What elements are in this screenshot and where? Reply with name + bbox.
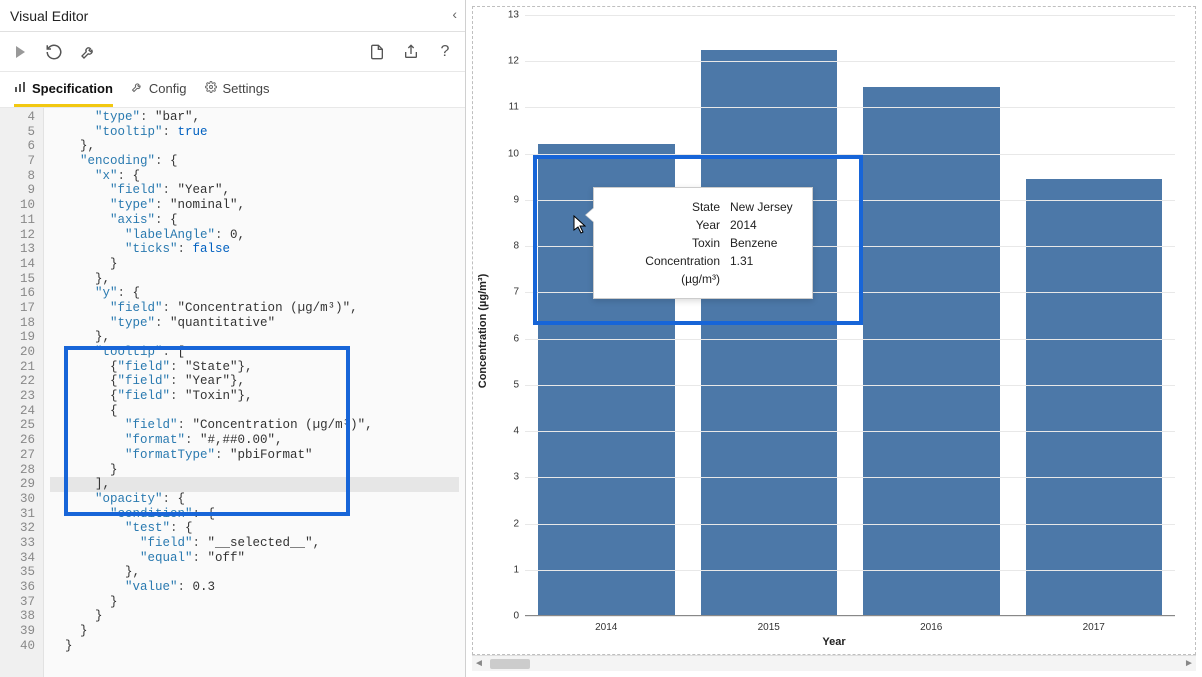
y-tick: 6 — [497, 333, 519, 344]
y-tick: 2 — [497, 518, 519, 529]
scroll-left-icon[interactable]: ◄ — [472, 658, 486, 669]
x-tick: 2017 — [1013, 622, 1176, 633]
collapse-panel-icon[interactable]: ‹ — [452, 6, 457, 22]
line-gutter: 4567891011121314151617181920212223242526… — [0, 108, 44, 677]
bar-2015[interactable]: 2015 — [688, 15, 851, 615]
x-tick: 2016 — [850, 622, 1013, 633]
y-tick: 12 — [497, 56, 519, 67]
y-tick: 3 — [497, 472, 519, 483]
tooltip-key: State — [606, 198, 720, 216]
chart-container: Concentration (µg/m³) 2014201520162017 0… — [472, 6, 1196, 655]
tooltip-value: 1.31 — [730, 252, 800, 288]
tab-spec-label: Specification — [32, 81, 113, 96]
bars: 2014201520162017 — [525, 15, 1175, 616]
visual-editor-panel: Visual Editor ‹ ? Specification — [0, 0, 466, 677]
config-icon — [131, 81, 143, 96]
gear-icon — [205, 81, 217, 96]
y-tick: 9 — [497, 194, 519, 205]
x-axis-label: Year — [473, 636, 1195, 648]
editor-header: Visual Editor ‹ — [0, 0, 465, 32]
y-tick: 10 — [497, 148, 519, 159]
wrench-icon[interactable] — [78, 42, 98, 62]
tooltip-key: Toxin — [606, 234, 720, 252]
plot-area[interactable]: 2014201520162017 012345678910111213 — [525, 15, 1175, 616]
y-tick: 4 — [497, 426, 519, 437]
tooltip-value: Benzene — [730, 234, 800, 252]
share-icon[interactable] — [401, 42, 421, 62]
bar-2014[interactable]: 2014 — [525, 15, 688, 615]
tooltip-key: Concentration (µg/m³) — [606, 252, 720, 288]
code-content[interactable]: "type": "bar", "tooltip": true }, "encod… — [44, 108, 465, 677]
horizontal-scrollbar[interactable]: ◄ ► — [472, 655, 1196, 671]
y-tick: 8 — [497, 241, 519, 252]
tab-config-label: Config — [149, 81, 187, 96]
reset-button[interactable] — [44, 42, 64, 62]
y-tick: 11 — [497, 102, 519, 113]
y-tick: 1 — [497, 564, 519, 575]
tab-settings[interactable]: Settings — [205, 72, 270, 107]
code-editor[interactable]: 4567891011121314151617181920212223242526… — [0, 108, 465, 677]
tooltip: State New Jersey Year 2014 Toxin Benzene Conce… — [593, 187, 813, 299]
y-axis-label: Concentration (µg/m³) — [477, 273, 489, 388]
y-tick: 13 — [497, 10, 519, 21]
y-tick: 5 — [497, 379, 519, 390]
scroll-right-icon[interactable]: ► — [1182, 658, 1196, 669]
y-tick: 7 — [497, 287, 519, 298]
editor-toolbar: ? — [0, 32, 465, 72]
tooltip-value: New Jersey — [730, 198, 800, 216]
scroll-thumb[interactable] — [490, 659, 530, 669]
tab-specification[interactable]: Specification — [14, 72, 113, 107]
tab-settings-label: Settings — [223, 81, 270, 96]
new-file-icon[interactable] — [367, 42, 387, 62]
bar-2016[interactable]: 2016 — [850, 15, 1013, 615]
bar-2017[interactable]: 2017 — [1013, 15, 1176, 615]
bar-chart-icon — [14, 81, 26, 96]
tab-config[interactable]: Config — [131, 72, 187, 107]
chart-panel: Concentration (µg/m³) 2014201520162017 0… — [466, 0, 1202, 677]
y-tick: 0 — [497, 611, 519, 622]
editor-title: Visual Editor — [10, 8, 88, 24]
x-tick: 2014 — [525, 622, 688, 633]
help-icon[interactable]: ? — [435, 42, 455, 62]
x-tick: 2015 — [688, 622, 851, 633]
run-button[interactable] — [10, 42, 30, 62]
tooltip-value: 2014 — [730, 216, 800, 234]
editor-tabs: Specification Config Settings — [0, 72, 465, 108]
tooltip-key: Year — [606, 216, 720, 234]
